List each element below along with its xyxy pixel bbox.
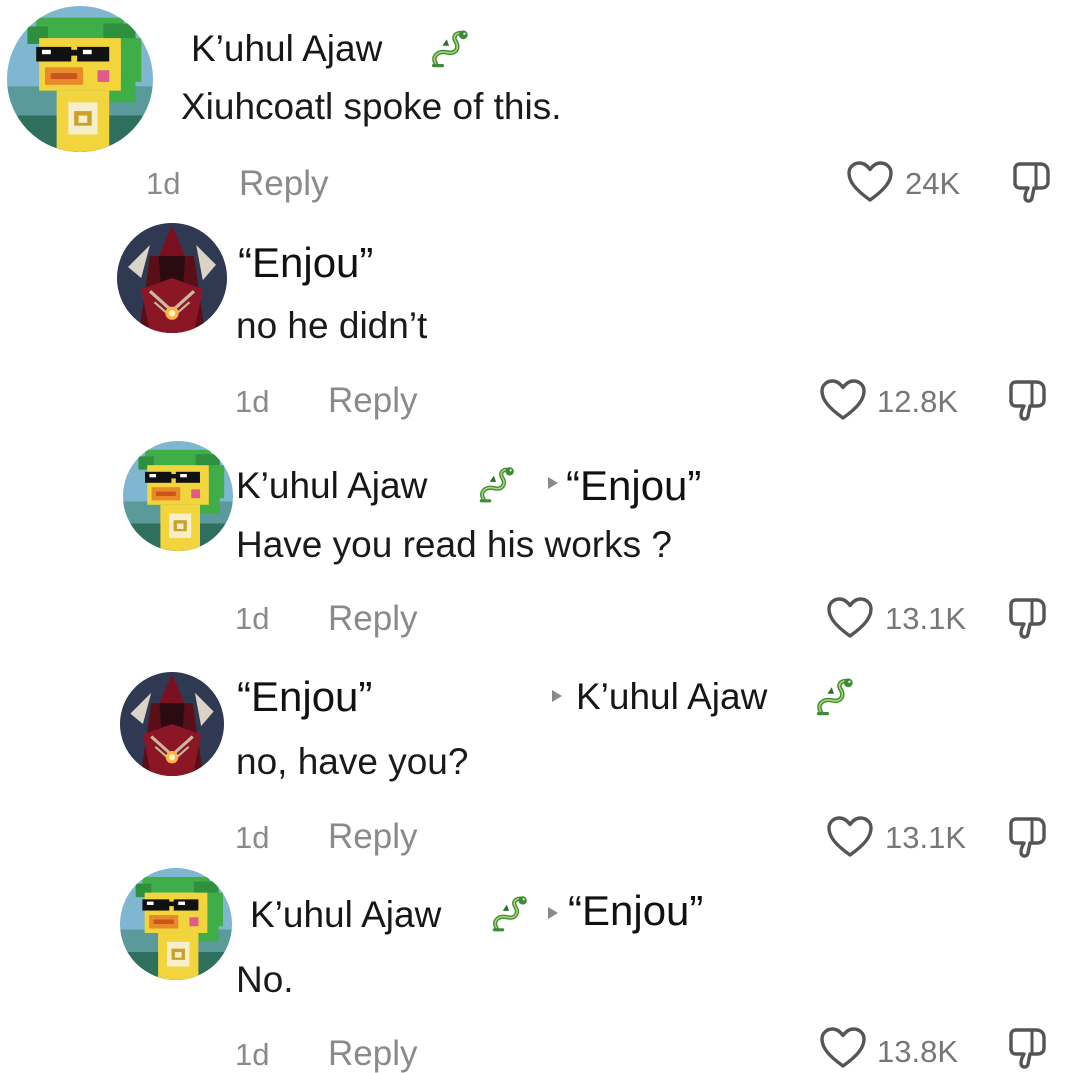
dragon-icon xyxy=(488,892,530,934)
heart-outline-icon[interactable] xyxy=(819,378,867,422)
avatar[interactable] xyxy=(120,672,224,776)
thumbs-down-outline-icon[interactable] xyxy=(1012,160,1052,204)
reply-button[interactable]: Reply xyxy=(328,819,417,854)
thumbs-down-outline-icon[interactable] xyxy=(1008,378,1048,422)
comment-time: 1d xyxy=(235,601,270,636)
comment-time: 1d xyxy=(235,1037,270,1072)
comment-username[interactable]: K’uhul Ajaw xyxy=(236,467,427,504)
comment-text: No. xyxy=(236,959,294,1000)
comment-text: no, have you? xyxy=(236,741,469,782)
comment-time: 1d xyxy=(235,820,270,855)
thumbs-down-outline-icon[interactable] xyxy=(1008,815,1048,859)
reply-button[interactable]: Reply xyxy=(328,1036,417,1071)
play-triangle-icon xyxy=(548,477,558,489)
avatar[interactable] xyxy=(123,441,233,551)
heart-outline-icon[interactable] xyxy=(826,596,874,640)
comment-username[interactable]: K’uhul Ajaw xyxy=(250,896,441,933)
thumbs-down-outline-icon[interactable] xyxy=(1008,1026,1048,1070)
comment-text: Have you read his works ? xyxy=(236,524,672,565)
dragon-icon xyxy=(427,26,471,70)
avatar[interactable] xyxy=(120,868,232,980)
thumbs-down-outline-icon[interactable] xyxy=(1008,596,1048,640)
reply-to-username[interactable]: “Enjou” xyxy=(566,465,701,507)
dragon-icon xyxy=(812,674,856,718)
play-triangle-icon xyxy=(548,907,558,919)
avatar[interactable] xyxy=(117,223,227,333)
comment-time: 1d xyxy=(146,166,181,201)
like-count: 13.1K xyxy=(885,820,967,855)
heart-outline-icon[interactable] xyxy=(846,160,894,204)
comment-username[interactable]: “Enjou” xyxy=(237,676,372,718)
reply-button[interactable]: Reply xyxy=(328,601,417,636)
heart-outline-icon[interactable] xyxy=(819,1026,867,1070)
comment-text: Xiuhcoatl spoke of this. xyxy=(181,86,562,127)
comment-username[interactable]: K’uhul Ajaw xyxy=(191,30,382,67)
comment-username[interactable]: “Enjou” xyxy=(238,242,373,284)
like-count: 13.1K xyxy=(885,601,967,636)
avatar[interactable] xyxy=(7,6,153,152)
play-triangle-icon xyxy=(552,690,562,702)
comment-text: no he didn’t xyxy=(236,305,428,346)
like-count: 13.8K xyxy=(877,1034,959,1069)
like-count: 12.8K xyxy=(877,384,959,419)
dragon-icon xyxy=(475,463,517,505)
reply-button[interactable]: Reply xyxy=(328,383,417,418)
heart-outline-icon[interactable] xyxy=(826,815,874,859)
reply-to-username[interactable]: “Enjou” xyxy=(568,890,703,932)
like-count: 24K xyxy=(905,166,961,201)
reply-to-username[interactable]: K’uhul Ajaw xyxy=(576,678,767,715)
reply-button[interactable]: Reply xyxy=(239,166,328,201)
comment-time: 1d xyxy=(235,384,270,419)
